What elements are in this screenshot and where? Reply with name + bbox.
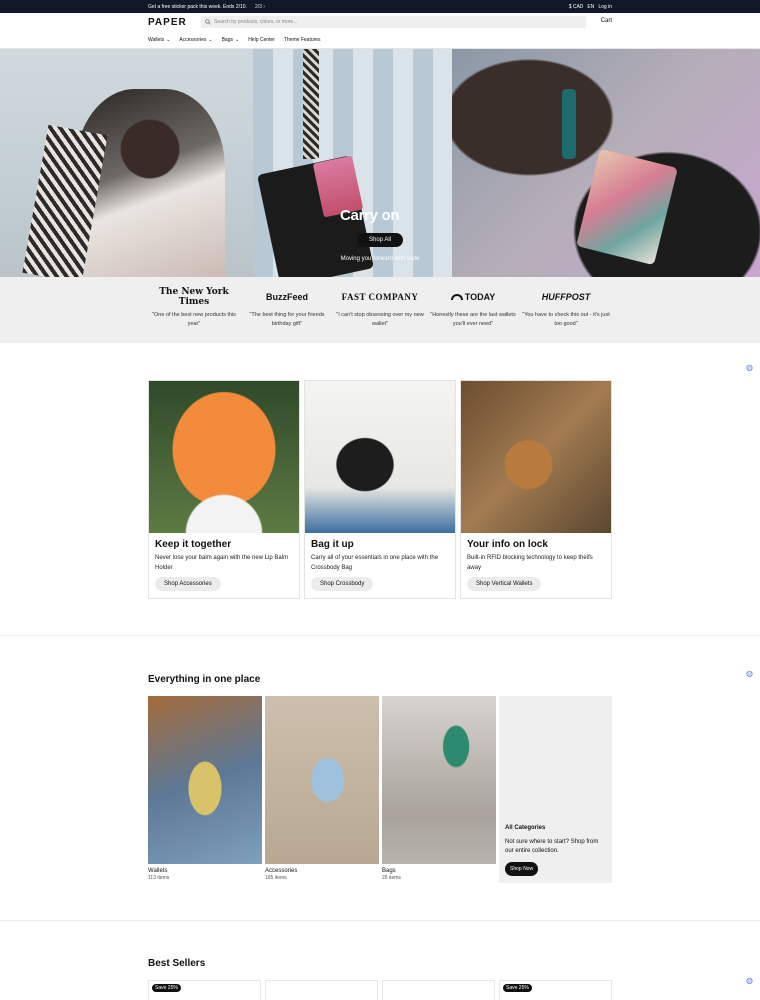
nav-item-bags[interactable]: Bags ⌄ (222, 37, 240, 43)
feature-image (149, 381, 299, 533)
press-logo-today: TODAY (427, 290, 520, 304)
assistant-icon[interactable]: ◍ (746, 669, 753, 678)
press-logo-buzzfeed: BuzzFeed (265, 292, 308, 302)
search-icon (205, 19, 211, 25)
product-card[interactable]: Save 25% (148, 980, 261, 1000)
section-title: Everything in one place (148, 674, 261, 685)
chevron-down-icon: ⌄ (234, 37, 240, 43)
all-categories-title: All Categories (505, 825, 546, 831)
product-card[interactable] (265, 980, 378, 1000)
feature-card[interactable]: Your info on lock Built-in RFID blocking… (460, 380, 612, 599)
announcement-text: Get a free sticker pack this week. Ends … (148, 3, 247, 10)
shop-crossbody-button[interactable]: Shop Crossbody (311, 577, 374, 591)
category-count: 165 items (265, 875, 287, 881)
hero-subtitle: Moving you forward with style (340, 256, 420, 262)
press-item: HUFFPOST "You have to check this out - it… (520, 290, 613, 343)
feature-card[interactable]: Bag it up Carry all of your essentials i… (304, 380, 456, 599)
category-card[interactable]: Wallets 113 items (148, 696, 262, 883)
feature-text: Carry all of your essentials in one plac… (311, 555, 439, 571)
nav-item-theme-features[interactable]: Theme Features (284, 37, 321, 43)
press-logo-fastcompany: FAST COMPANY (341, 292, 419, 302)
nav-item-help-center[interactable]: Help Center (248, 37, 275, 43)
hero-title: Carry on (340, 207, 400, 224)
feature-image (305, 381, 455, 533)
category-count: 26 items (382, 875, 401, 881)
language-selector[interactable]: EN (587, 4, 594, 10)
category-card[interactable]: Bags 26 items (382, 696, 496, 883)
category-name: Accessories (265, 868, 298, 874)
feature-title: Your info on lock (467, 539, 548, 550)
assistant-icon[interactable]: ◍ (746, 976, 753, 985)
shop-accessories-button[interactable]: Shop Accessories (155, 577, 221, 591)
feature-image (461, 381, 611, 533)
shop-vertical-wallets-button[interactable]: Shop Vertical Wallets (467, 577, 542, 591)
press-strip: The New York Times "One of the best new p… (0, 277, 760, 343)
rainbow-icon (450, 294, 463, 300)
category-name: Wallets (148, 868, 168, 874)
search-input[interactable]: Search by products, colors, or more... (201, 16, 586, 28)
press-logo-huffpost: HUFFPOST (541, 292, 591, 302)
category-card[interactable]: Accessories 165 items (265, 696, 379, 883)
site-logo[interactable]: PAPER (148, 17, 200, 28)
all-categories-text: Not sure where to start? Shop from our e… (505, 839, 599, 854)
all-categories-card[interactable]: All Categories Not sure where to start? … (499, 696, 612, 883)
login-link[interactable]: Log in (598, 4, 612, 10)
features-section: ◍ Keep it together Never lose your balm … (0, 343, 760, 636)
site-header: PAPER Search by products, colors, or mor… (0, 13, 760, 32)
nav-item-accessories[interactable]: Accessories ⌄ (179, 37, 212, 43)
feature-text: Never lose your balm again with the new … (155, 555, 289, 571)
feature-text: Built-in RFID blocking technology to kee… (467, 555, 593, 571)
feature-card[interactable]: Keep it together Never lose your balm ag… (148, 380, 300, 599)
category-name: Bags (382, 868, 396, 874)
categories-section: ◍ Everything in one place Wallets 113 it… (0, 636, 760, 921)
press-item: BuzzFeed "The best thing for your friends… (241, 290, 334, 343)
press-logo-nyt: The New York Times (159, 287, 229, 307)
chevron-down-icon: ⌄ (166, 37, 171, 43)
hero-photo-right (452, 49, 760, 277)
search-placeholder: Search by products, colors, or more... (214, 19, 298, 25)
product-card[interactable] (382, 980, 495, 1000)
category-image (265, 696, 379, 864)
nav-item-wallets[interactable]: Wallets ⌄ (148, 37, 170, 43)
press-quote: "I can't stop obsessing over my new wall… (336, 312, 424, 327)
press-quote: "Honestly these are the last wallets you… (430, 312, 516, 327)
press-quote: "The best thing for your friends birthda… (249, 312, 325, 327)
shop-now-button[interactable]: Shop Now (505, 862, 539, 876)
announcement-bar: Get a free sticker pack this week. Ends … (0, 0, 760, 13)
product-card[interactable]: Save 25% (499, 980, 612, 1000)
press-quote: "You have to check this out - it's just … (522, 312, 610, 327)
press-quote: "One of the best new products this year" (152, 312, 236, 327)
feature-title: Bag it up (311, 539, 354, 550)
hero-photo-left (0, 49, 253, 277)
best-sellers-section: ◍ Best Sellers Save 25% Save 25% (0, 921, 760, 1000)
press-item: TODAY "Honestly these are the last wallet… (427, 290, 520, 343)
category-image (148, 696, 262, 864)
section-title: Best Sellers (148, 958, 206, 969)
currency-selector[interactable]: $ CAD (569, 4, 584, 10)
shop-all-button[interactable]: Shop All (357, 233, 403, 247)
press-item: The New York Times "One of the best new p… (148, 287, 241, 343)
main-nav: Wallets ⌄ Accessories ⌄ Bags ⌄ Help Center … (0, 32, 760, 49)
chevron-down-icon: ⌄ (208, 37, 213, 43)
assistant-icon[interactable]: ◍ (746, 363, 753, 372)
hero-banner: Carry on Shop All Moving you forward wit… (0, 49, 760, 277)
feature-title: Keep it together (155, 539, 232, 550)
sale-badge: Save 25% (152, 984, 181, 992)
cart-link[interactable]: Cart (601, 18, 612, 24)
press-item: FAST COMPANY "I can't stop obsessing over… (334, 290, 427, 343)
hero-photo-center (253, 49, 452, 277)
announcement-pager[interactable]: 2/3 › (255, 4, 265, 10)
category-image (382, 696, 496, 864)
sale-badge: Save 25% (503, 984, 532, 992)
category-count: 113 items (148, 875, 170, 881)
